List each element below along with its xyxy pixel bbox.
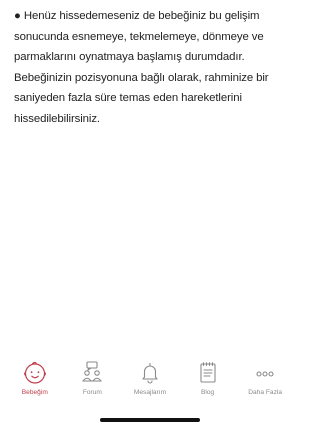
- tab-label-daha-fazla: Daha Fazla: [248, 389, 283, 396]
- tab-label-bebegim: Bebeğim: [21, 389, 48, 396]
- baby-face-icon: [21, 359, 49, 387]
- tab-label-forum: Forum: [82, 389, 102, 396]
- home-indicator[interactable]: [100, 418, 200, 422]
- bell-icon: [136, 359, 164, 387]
- tab-forum[interactable]: Forum: [66, 359, 118, 396]
- article-paragraph: ● Henüz hissedemeseniz de bebeğiniz bu g…: [14, 6, 292, 130]
- bullet: ●: [14, 10, 21, 22]
- tab-label-blog: Blog: [200, 389, 215, 396]
- article-text: Henüz hissedemeseniz de bebeğiniz bu gel…: [14, 10, 269, 125]
- tab-mesajlarim[interactable]: Mesajlarım: [124, 359, 176, 396]
- blog-notebook-icon: [194, 359, 222, 387]
- tab-daha-fazla[interactable]: Daha Fazla: [239, 359, 291, 396]
- article-content: ● Henüz hissedemeseniz de bebeğiniz bu g…: [14, 6, 292, 130]
- tab-label-mesajlarim: Mesajlarım: [133, 389, 167, 396]
- bottom-tab-bar: Bebeğim Forum Mesajlarım Blog Daha Fazla: [0, 359, 300, 425]
- tab-bebegim[interactable]: Bebeğim: [9, 359, 61, 396]
- tab-blog[interactable]: Blog: [182, 359, 234, 396]
- more-dots-icon: [251, 359, 279, 387]
- forum-people-icon: [78, 359, 106, 387]
